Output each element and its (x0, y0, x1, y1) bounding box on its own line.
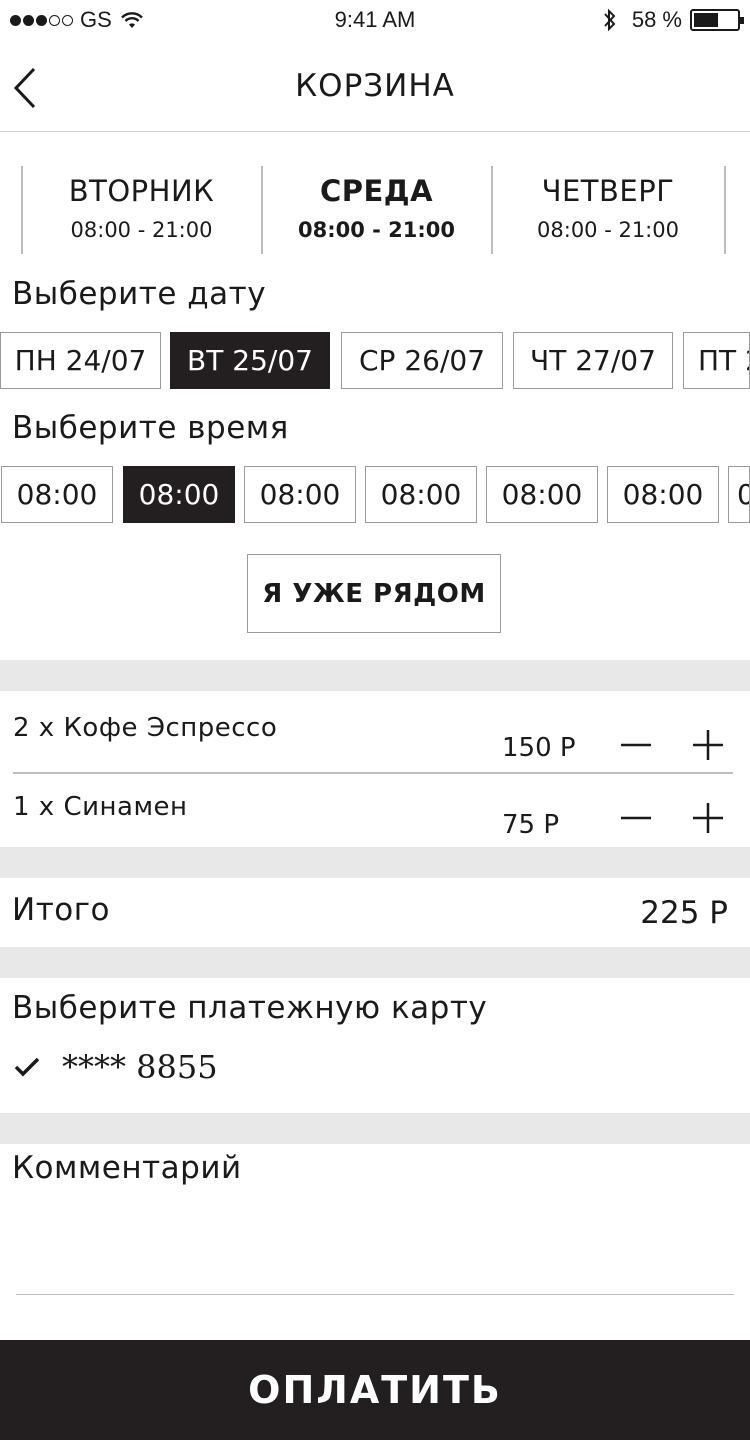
day-selector: ВТОРНИК 08:00 - 21:00 СРЕДА 08:00 - 21:0… (0, 166, 750, 256)
battery-tip (740, 17, 744, 24)
date-chip[interactable]: ПТ 28/07 (683, 332, 750, 389)
day-name: ЧЕТВЕРГ (541, 174, 675, 208)
nav-bar: КОРЗИНА (0, 40, 750, 132)
date-chip-selected[interactable]: ВТ 25/07 (170, 332, 330, 389)
day-divider (724, 166, 726, 254)
bluetooth-icon (604, 8, 616, 32)
status-bar: GS 9:41 AM 58 % (0, 0, 750, 40)
time-chip[interactable]: 08:00 (244, 466, 356, 523)
date-chip[interactable]: ПН 24/07 (0, 332, 161, 389)
time-chip[interactable]: 08:00 (486, 466, 598, 523)
total-label: Итого (12, 892, 110, 928)
minus-icon[interactable] (619, 728, 653, 762)
battery-level (694, 13, 719, 27)
day-wednesday[interactable]: СРЕДА 08:00 - 21:00 (262, 166, 491, 254)
item-price: 75 Р (502, 810, 560, 840)
day-hours: 08:00 - 21:00 (70, 218, 213, 242)
page-title: КОРЗИНА (295, 68, 455, 104)
item-name: 1 х Синамен (13, 792, 188, 822)
comment-label: Комментарий (12, 1150, 242, 1186)
day-hours: 08:00 - 21:00 (297, 218, 456, 242)
date-chip[interactable]: СР 26/07 (341, 332, 503, 389)
section-divider (0, 847, 750, 878)
battery-percent: 58 % (631, 7, 682, 32)
time-chip[interactable]: 08:00 (728, 466, 750, 523)
time-chip[interactable]: 08:00 (607, 466, 719, 523)
section-divider (0, 660, 750, 691)
date-chip[interactable]: ЧТ 27/07 (513, 332, 673, 389)
comment-input[interactable] (16, 1195, 734, 1295)
payment-card-option[interactable]: **** 8855 (14, 1048, 218, 1086)
checkmark-icon (14, 1057, 40, 1077)
total-value: 225 Р (640, 895, 728, 931)
time-chip-selected[interactable]: 08:00 (123, 466, 235, 523)
day-thursday[interactable]: ЧЕТВЕРГ 08:00 - 21:00 (492, 166, 724, 254)
minus-icon[interactable] (619, 801, 653, 835)
section-divider (0, 1113, 750, 1144)
day-name: СРЕДА (319, 174, 434, 208)
time-chip[interactable]: 08:00 (1, 466, 113, 523)
day-hours: 08:00 - 21:00 (537, 218, 679, 242)
card-number: **** 8855 (62, 1048, 218, 1086)
time-chip-row: 08:00 08:00 08:00 08:00 08:00 08:00 08:0… (0, 466, 750, 523)
time-chip[interactable]: 08:00 (365, 466, 477, 523)
plus-icon[interactable] (691, 728, 725, 762)
order-item: 2 х Кофе Эспрессо 150 Р (0, 691, 750, 767)
time-section-label: Выберите время (12, 410, 289, 446)
payment-card-label: Выберите платежную карту (12, 990, 488, 1026)
section-divider (0, 947, 750, 978)
day-name: ВТОРНИК (68, 174, 215, 208)
day-tuesday[interactable]: ВТОРНИК 08:00 - 21:00 (22, 166, 261, 254)
already-nearby-button[interactable]: Я УЖЕ РЯДОМ (247, 554, 501, 633)
order-item: 1 х Синамен 75 Р (0, 774, 750, 850)
battery-area: 58 % (602, 7, 744, 33)
battery-icon (690, 9, 744, 31)
plus-icon[interactable] (691, 801, 725, 835)
date-section-label: Выберите дату (12, 276, 267, 312)
date-chip-row: ПН 24/07 ВТ 25/07 СР 26/07 ЧТ 27/07 ПТ 2… (0, 332, 750, 389)
pay-button[interactable]: ОПЛАТИТЬ (0, 1340, 750, 1440)
item-name: 2 х Кофе Эспрессо (13, 713, 278, 743)
item-price: 150 Р (502, 733, 576, 763)
